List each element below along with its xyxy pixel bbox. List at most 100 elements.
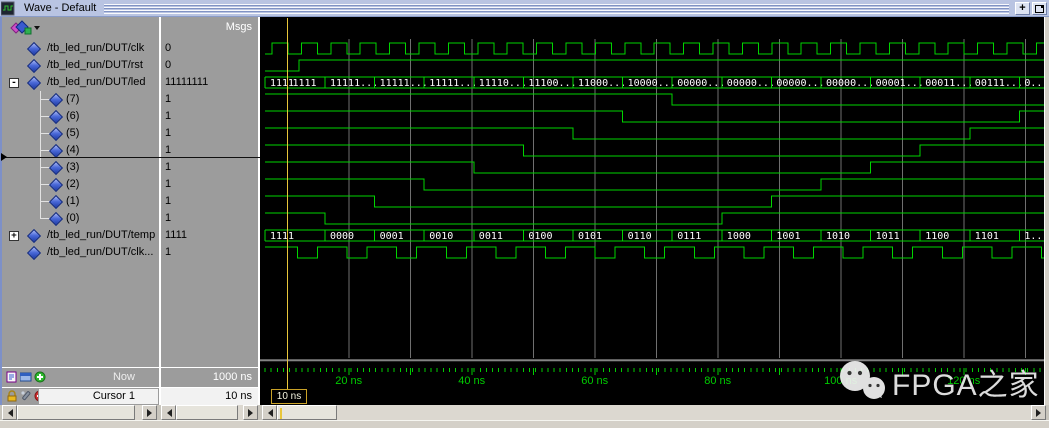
scroll-left-button[interactable] (262, 405, 277, 420)
scrollbar-thumb[interactable] (277, 405, 337, 420)
wechat-icon (836, 359, 890, 405)
now-label: Now (113, 368, 135, 387)
signal-name: /tb_led_run/DUT/led (47, 74, 145, 91)
cursor-value[interactable]: 10 ns (161, 388, 258, 405)
wave-window-icon (1, 1, 16, 16)
wrench-icon[interactable] (20, 390, 32, 402)
wave-vertical-scrollbar[interactable] (1044, 17, 1049, 405)
signal-row[interactable]: (3) (2, 159, 159, 176)
right-arrow-icon (147, 409, 156, 417)
insertion-indicator (2, 157, 260, 158)
signal-row[interactable]: +/tb_led_run/DUT/temp (2, 227, 159, 244)
right-arrow-icon (248, 409, 257, 417)
signal-row[interactable]: (7) (2, 91, 159, 108)
titlebar-stripes (104, 3, 1009, 14)
signal-name: /tb_led_run/DUT/clk... (47, 244, 153, 261)
wave-window: Wave - Default + /tb_led_run/DUT/clk/tb_… (0, 0, 1049, 428)
signal-values-panel: Msgs 00111111111111111111111 (161, 17, 258, 367)
msgs-column-header[interactable]: Msgs (161, 17, 258, 38)
scrollbar-thumb[interactable] (176, 405, 238, 420)
signal-value: 1 (165, 108, 255, 125)
signal-name: (0) (66, 210, 79, 227)
bus-value-label: 0111 (677, 231, 701, 242)
scroll-right-button[interactable] (1031, 405, 1046, 420)
signal-diamond-icon (49, 110, 63, 124)
signal-diamond-icon (49, 144, 63, 158)
scroll-left-button[interactable] (2, 405, 17, 420)
expand-icon[interactable]: + (9, 231, 19, 241)
bus-value-label: 11100... (528, 78, 576, 89)
timeline-label: 20 ns (335, 375, 362, 387)
lock-icon[interactable] (6, 390, 18, 402)
values-scrollbar[interactable] (161, 405, 258, 420)
expand-button[interactable]: + (1015, 2, 1030, 15)
bus-value-label: 1111 (270, 231, 294, 242)
signal-diamond-icon (27, 246, 41, 260)
bus-value-label: 1... (1024, 231, 1044, 242)
wave-canvas[interactable]: 1111111111111...11111...11111...11110...… (260, 17, 1044, 405)
signal-row[interactable]: (2) (2, 176, 159, 193)
signal-name: (7) (66, 91, 79, 108)
cursor-row-icons (2, 388, 38, 405)
signal-value: 1 (165, 244, 255, 261)
signal-row[interactable]: /tb_led_run/DUT/clk... (2, 244, 159, 261)
wave-row: 1111111111111...11111...11111...11110...… (265, 77, 1044, 89)
add-circle-icon[interactable] (34, 371, 46, 383)
signal-row[interactable]: /tb_led_run/DUT/clk (2, 40, 159, 57)
bus-value-label: 1010 (826, 231, 850, 242)
scroll-right-button[interactable] (243, 405, 258, 420)
undock-button[interactable] (1032, 2, 1047, 15)
window-title: Wave - Default (24, 2, 96, 14)
cursor-label: Cursor 1 (93, 389, 135, 404)
scroll-right-button[interactable] (142, 405, 157, 420)
window-titlebar[interactable]: Wave - Default + (0, 0, 1049, 17)
signal-row[interactable]: /tb_led_run/DUT/rst (2, 57, 159, 74)
signal-name: (3) (66, 159, 79, 176)
signal-value: 1 (165, 159, 255, 176)
column-splitter[interactable] (159, 17, 161, 405)
signal-names-panel: /tb_led_run/DUT/clk/tb_led_run/DUT/rst - /… (2, 17, 159, 367)
note-icon[interactable] (6, 371, 18, 383)
bus-value-label: 1001 (776, 231, 800, 242)
collapse-icon[interactable]: - (9, 78, 19, 88)
cursor-position-mark (280, 408, 282, 419)
bus-value-label: 1011 (876, 231, 900, 242)
signal-row[interactable]: (0) (2, 210, 159, 227)
signal-diamond-icon (27, 59, 41, 73)
names-column-header[interactable] (2, 17, 159, 38)
signal-row[interactable]: (5) (2, 125, 159, 142)
watermark-text: FPGA之家 (892, 360, 1040, 404)
bus-value-label: 10000... (628, 78, 676, 89)
signal-name: /tb_led_run/DUT/rst (47, 57, 143, 74)
signal-name: (2) (66, 176, 79, 193)
signal-diamond-icon (27, 229, 41, 243)
signal-kind-dropdown-icon[interactable] (8, 19, 42, 37)
signal-diamond-icon (49, 195, 63, 209)
scroll-left-button[interactable] (161, 405, 176, 420)
insertion-arrow-icon (1, 153, 7, 161)
cursor-time-tag[interactable]: 10 ns (271, 389, 307, 404)
bus-value-label: 11000... (578, 78, 626, 89)
left-arrow-icon (4, 409, 13, 417)
window-small-icon[interactable] (20, 371, 32, 383)
timeline-label: 40 ns (458, 375, 485, 387)
bus-value-label: 00001... (876, 78, 924, 89)
left-arrow-icon (264, 409, 273, 417)
wave-scrollbar[interactable] (262, 405, 1046, 420)
cursor-name-cell[interactable]: Cursor 1 (38, 388, 159, 405)
scrollbar-thumb[interactable] (17, 405, 135, 420)
names-scrollbar[interactable] (2, 405, 157, 420)
window-bottom-border (0, 420, 1049, 428)
bus-value-label: 1000 (727, 231, 751, 242)
signal-row[interactable]: - /tb_led_run/DUT/led (2, 74, 159, 91)
bus-value-label: 00111... (975, 78, 1023, 89)
signal-diamond-icon (49, 93, 63, 107)
signal-name: (5) (66, 125, 79, 142)
bus-value-label: 1101 (975, 231, 999, 242)
signal-diamond-icon (27, 76, 41, 90)
signal-row[interactable]: (6) (2, 108, 159, 125)
now-value: 1000 ns (161, 368, 258, 387)
signal-value: 1 (165, 193, 255, 210)
signal-value: 1 (165, 91, 255, 108)
signal-row[interactable]: (1) (2, 193, 159, 210)
